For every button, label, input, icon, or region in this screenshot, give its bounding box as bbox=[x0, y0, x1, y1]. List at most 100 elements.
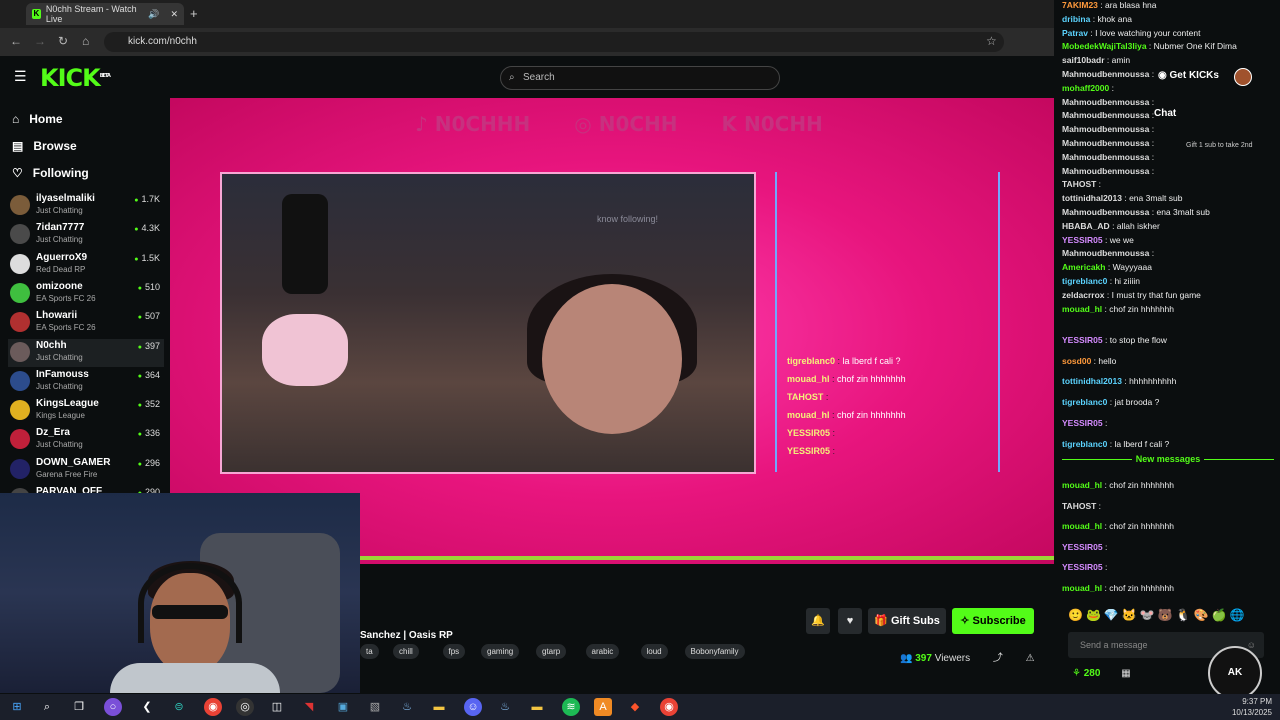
url-input[interactable]: kick.com/n0chh bbox=[104, 32, 1004, 52]
chat-username[interactable]: mouad_hl bbox=[1062, 304, 1102, 314]
app-icon-8[interactable]: ♨ bbox=[496, 698, 514, 716]
chat-message[interactable]: YESSIR05 : bbox=[1062, 562, 1274, 572]
chat-username[interactable]: Americakh bbox=[1062, 262, 1105, 272]
menu-icon[interactable]: ☰ bbox=[14, 68, 27, 85]
chat-username[interactable]: YESSIR05 bbox=[1062, 235, 1103, 245]
sidebar-channel[interactable]: N0chhJust Chatting 397 bbox=[8, 338, 164, 367]
chat-message[interactable]: YESSIR05 : we we bbox=[1062, 235, 1274, 245]
sidebar-channel[interactable]: DOWN_GAMERGarena Free Fire 296 bbox=[8, 456, 164, 484]
chat-message[interactable]: dribina : khok ana bbox=[1062, 14, 1274, 24]
chat-username[interactable]: tigreblanc0 bbox=[1062, 439, 1107, 449]
chat-username[interactable]: TAHOST bbox=[1062, 179, 1096, 189]
chat-username[interactable]: Mahmoudbenmoussa bbox=[1062, 166, 1149, 176]
chat-message[interactable]: YESSIR05 : to stop the flow bbox=[1062, 335, 1274, 345]
chat-username[interactable]: zeldacrrox bbox=[1062, 290, 1105, 300]
chat-message[interactable]: Patrav : I love watching your content bbox=[1062, 28, 1274, 38]
chat-username[interactable]: YESSIR05 bbox=[1062, 418, 1103, 428]
folder-icon[interactable]: ▬ bbox=[430, 698, 448, 716]
kick-logo[interactable]: KICKBETA bbox=[40, 64, 111, 92]
chat-username[interactable]: mouad_hl bbox=[1062, 480, 1102, 490]
windows-start-icon[interactable]: ⊞ bbox=[8, 698, 26, 716]
chat-message[interactable]: mouad_hl : chof zin hhhhhhh bbox=[1062, 583, 1274, 593]
chat-message[interactable]: tigreblanc0 : hi ziiiin bbox=[1062, 276, 1274, 286]
chat-username[interactable]: saif10badr bbox=[1062, 55, 1105, 65]
stream-tag[interactable]: arabic bbox=[585, 644, 620, 659]
back-icon[interactable]: ← bbox=[10, 34, 22, 48]
sidebar-channel[interactable]: AguerroX9Red Dead RP 1.5K bbox=[8, 251, 164, 279]
taskbar-search-icon[interactable]: ⌕ bbox=[38, 698, 56, 716]
app-icon-5[interactable]: ◥ bbox=[300, 698, 318, 716]
search-input[interactable]: ⌕ Search bbox=[500, 66, 780, 90]
files-icon[interactable]: ▬ bbox=[528, 698, 546, 716]
user-avatar[interactable] bbox=[1234, 68, 1252, 86]
chat-message[interactable]: tottinidhal2013 : ena 3malt sub bbox=[1062, 193, 1274, 203]
chat-username[interactable]: HBABA_AD bbox=[1062, 221, 1110, 231]
stream-tag[interactable]: gtarp bbox=[536, 644, 567, 659]
home-browser-icon[interactable]: ⌂ bbox=[82, 34, 89, 48]
chat-message[interactable]: tottinidhal2013 : hhhhhhhhhh bbox=[1062, 376, 1274, 386]
chat-username[interactable]: tigreblanc0 bbox=[1062, 276, 1107, 286]
chat-message[interactable]: YESSIR05 : bbox=[1062, 418, 1274, 428]
get-kicks-button[interactable]: ◉ Get KICKs bbox=[1158, 70, 1219, 81]
sidebar-channel[interactable]: InFamoussJust Chatting 364 bbox=[8, 368, 164, 396]
stream-tag[interactable]: fps bbox=[442, 644, 466, 659]
stream-tag[interactable]: chill bbox=[393, 644, 419, 659]
chat-message[interactable]: Americakh : Wayyyaaa bbox=[1062, 262, 1274, 272]
share-icon[interactable]: ⤴ bbox=[993, 653, 1003, 664]
reload-icon[interactable]: ↻ bbox=[58, 34, 68, 48]
chat-message[interactable]: mouad_hl : chof zin hhhhhhh bbox=[1062, 480, 1274, 490]
chat-username[interactable]: Mahmoudbenmoussa bbox=[1062, 138, 1149, 148]
sidebar-channel[interactable]: Dz_EraJust Chatting 336 bbox=[8, 426, 164, 454]
chat-username[interactable]: MobedekWajiTal3liya bbox=[1062, 41, 1147, 51]
app-icon-4[interactable]: ◫ bbox=[268, 698, 286, 716]
subscribe-button[interactable]: ✧ Subscribe bbox=[952, 608, 1034, 634]
chat-username[interactable]: mohaff2000 bbox=[1062, 83, 1109, 93]
chat-settings-icon[interactable]: ▦ bbox=[1121, 668, 1130, 679]
chat-username[interactable]: tottinidhal2013 bbox=[1062, 376, 1122, 386]
gift-subs-button[interactable]: 🎁 Gift Subs bbox=[868, 608, 946, 634]
chat-username[interactable]: tottinidhal2013 bbox=[1062, 193, 1122, 203]
chat-message[interactable]: Mahmoudbenmoussa : ena 3malt sub bbox=[1062, 207, 1274, 217]
gift-sub-banner[interactable]: Gift 1 sub to take 2nd bbox=[1186, 142, 1276, 149]
obs-icon[interactable]: ◎ bbox=[236, 698, 254, 716]
chat-username[interactable]: Mahmoudbenmoussa bbox=[1062, 248, 1149, 258]
nav-following[interactable]: ♡ Following bbox=[12, 166, 89, 180]
chat-username[interactable]: YESSIR05 bbox=[1062, 335, 1103, 345]
new-tab-button[interactable]: + bbox=[190, 6, 198, 21]
chat-message[interactable]: 7AKIM23 : ara blasa hna bbox=[1062, 0, 1274, 10]
chat-username[interactable]: mouad_hl bbox=[1062, 583, 1102, 593]
chat-username[interactable]: Patrav bbox=[1062, 28, 1088, 38]
chat-message[interactable]: HBABA_AD : allah iskher bbox=[1062, 221, 1274, 231]
chrome-icon-2[interactable]: ◉ bbox=[660, 698, 678, 716]
chat-message[interactable]: saif10badr : amin bbox=[1062, 55, 1274, 65]
taskbar-clock[interactable]: 9:37 PM 10/13/2025 bbox=[1232, 696, 1272, 718]
stream-tag[interactable]: ta bbox=[360, 644, 379, 659]
steam-icon[interactable]: ♨ bbox=[398, 698, 416, 716]
chat-message[interactable]: mouad_hl : chof zin hhhhhhh bbox=[1062, 304, 1274, 314]
sidebar-channel[interactable]: KingsLeagueKings League 352 bbox=[8, 397, 164, 425]
chat-username[interactable]: YESSIR05 bbox=[1062, 562, 1103, 572]
chrome-icon[interactable]: ◉ bbox=[204, 698, 222, 716]
nav-browse[interactable]: ▤ Browse bbox=[12, 139, 77, 153]
chat-message[interactable]: TAHOST : bbox=[1062, 501, 1274, 511]
stream-tag[interactable]: gaming bbox=[481, 644, 520, 659]
chat-message[interactable]: TAHOST : bbox=[1062, 179, 1274, 189]
chat-username[interactable]: YESSIR05 bbox=[1062, 542, 1103, 552]
chat-message[interactable]: Mahmoudbenmoussa : bbox=[1062, 166, 1274, 176]
chat-username[interactable]: 7AKIM23 bbox=[1062, 0, 1098, 10]
kicks-balance[interactable]: ⚘ 280 ▦ bbox=[1072, 668, 1131, 679]
app-icon-6[interactable]: ▣ bbox=[334, 698, 352, 716]
chat-message[interactable]: Mahmoudbenmoussa : bbox=[1062, 124, 1274, 134]
chat-message[interactable]: mouad_hl : chof zin hhhhhhh bbox=[1062, 521, 1274, 531]
stream-tag[interactable]: Bobonyfamily bbox=[684, 644, 745, 659]
sidebar-channel[interactable]: 7idan7777Just Chatting 4.3K bbox=[8, 221, 164, 249]
sidebar-channel[interactable]: ilyaselmaliki Just Chatting 1.7K bbox=[8, 192, 164, 220]
brave-icon[interactable]: ◆ bbox=[626, 698, 644, 716]
chat-username[interactable]: Mahmoudbenmoussa bbox=[1062, 110, 1149, 120]
chat-message[interactable]: tigreblanc0 : jat brooda ? bbox=[1062, 397, 1274, 407]
chat-username[interactable]: TAHOST bbox=[1062, 501, 1096, 511]
app-icon-1[interactable]: ○ bbox=[104, 698, 122, 716]
chat-message[interactable]: Mahmoudbenmoussa : bbox=[1062, 248, 1274, 258]
sidebar-channel[interactable]: LhowariiEA Sports FC 26 507 bbox=[8, 309, 164, 337]
chat-message[interactable]: sosd00 : hello bbox=[1062, 356, 1274, 366]
